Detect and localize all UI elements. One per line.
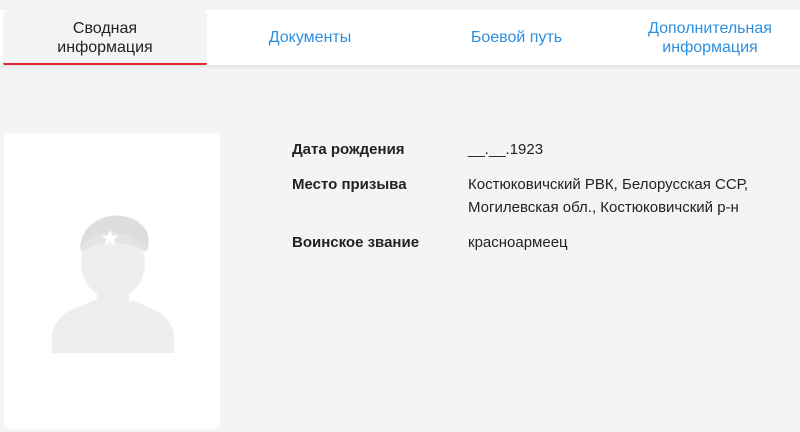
draft-place-value: Костюковичский РВК, Белорусская ССР, Мог…	[468, 176, 748, 216]
birth-date-label: Дата рождения	[292, 141, 405, 158]
photo-card	[4, 133, 220, 429]
tab-additional-info[interactable]: Дополнительная информация	[620, 10, 800, 65]
tab-bar: Сводная информация Документы Боевой путь…	[0, 10, 800, 65]
page: Сводная информация Документы Боевой путь…	[0, 0, 800, 432]
soldier-info: Дата рождения __.__.1923 Место призыва К…	[292, 138, 797, 266]
soldier-silhouette-icon	[52, 215, 174, 353]
tab-documents[interactable]: Документы	[207, 10, 413, 65]
tab-additional-info-label: Дополнительная информация	[648, 19, 772, 56]
rank-value: красноармеец	[468, 234, 568, 251]
birth-date-value: __.__.1923	[468, 141, 544, 158]
info-row-rank: Воинское звание красноармеец	[292, 231, 797, 254]
tab-summary[interactable]: Сводная информация	[3, 10, 207, 65]
draft-place-label: Место призыва	[292, 176, 407, 193]
info-row-draft-place: Место призыва Костюковичский РВК, Белору…	[292, 173, 797, 219]
info-row-birth-date: Дата рождения __.__.1923	[292, 138, 797, 161]
tab-documents-label: Документы	[268, 29, 352, 46]
rank-label: Воинское звание	[292, 234, 420, 251]
tab-combat-path[interactable]: Боевой путь	[413, 10, 620, 65]
tab-combat-path-label: Боевой путь	[470, 29, 563, 46]
tab-summary-label: Сводная информация	[57, 19, 153, 56]
